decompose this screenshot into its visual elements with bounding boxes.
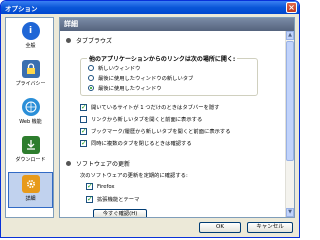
radio-button[interactable] <box>88 65 94 71</box>
tab-browsing-section: タブブラウズ <box>66 36 112 45</box>
update-description: 次のソフトウェアの更新を定期的に確認する: <box>80 171 188 179</box>
radio-new-window[interactable]: 新しいウィンドウ <box>88 64 140 72</box>
scroll-down-arrow-icon[interactable]: ▼ <box>286 208 294 217</box>
open-links-group: 他のアプリケーションからのリンクは次の場所に開く: 新しいウィンドウ 最後に使用… <box>80 54 258 96</box>
checkbox-hide-tabbar[interactable]: 開いているサイトが 1 つだけのときはタブバーを隠す <box>80 103 219 111</box>
title-bar: オプション × <box>1 1 299 14</box>
checkbox-label: 同時に複数のタブを閉じるときは確認する <box>91 141 192 147</box>
checkbox-update-extensions[interactable]: 拡張機能とテーマ <box>86 195 139 203</box>
download-icon <box>21 136 40 154</box>
checkbox-update-firefox[interactable]: Firefox <box>86 182 115 190</box>
scroll-up-arrow-icon[interactable]: ▲ <box>286 31 294 40</box>
radio-label: 新しいウィンドウ <box>98 66 141 72</box>
sidebar-item-privacy[interactable]: プライバシー <box>8 58 53 94</box>
radio-label: 最後に使用したウィンドウ <box>98 86 162 92</box>
settings-scroll-area: タブブラウズ 他のアプリケーションからのリンクは次の場所に開く: 新しいウィンド… <box>60 31 294 217</box>
section-title: タブブラウズ <box>76 38 113 45</box>
check-now-button[interactable]: 今すぐ確認(H) <box>93 209 147 217</box>
sidebar-item-web-features[interactable]: Web 機能 <box>8 96 53 132</box>
software-update-section: ソフトウェアの更新 <box>66 159 130 168</box>
cancel-button[interactable]: キャンセル <box>247 222 293 233</box>
vertical-scrollbar[interactable]: ▲ ▼ <box>285 31 294 217</box>
radio-button[interactable] <box>88 85 94 91</box>
checkbox-label: 拡張機能とテーマ <box>97 197 140 203</box>
section-bullet-icon <box>66 38 71 43</box>
info-icon: i <box>21 22 40 40</box>
checkbox[interactable] <box>80 139 87 147</box>
checkbox[interactable] <box>86 182 93 190</box>
sidebar-item-advanced[interactable]: 詳細 <box>8 172 53 208</box>
panel-title: 詳細 <box>60 18 294 31</box>
checkbox[interactable] <box>80 127 87 135</box>
category-sidebar: i 全般 プライバシー Web 機能 ダウンロード 詳細 <box>5 17 54 218</box>
radio-recent-window[interactable]: 最後に使用したウィンドウ <box>88 84 162 92</box>
checkbox[interactable] <box>80 115 87 123</box>
options-window: オプション × i 全般 プライバシー Web 機能 ダウンロード 詳細 詳細 … <box>0 0 300 238</box>
update-description-text: 次のソフトウェアの更新を定期的に確認する: <box>80 173 188 179</box>
scroll-thumb[interactable] <box>286 41 294 161</box>
radio-button[interactable] <box>88 75 94 81</box>
checkbox[interactable] <box>80 103 87 111</box>
ok-button[interactable]: OK <box>199 222 241 233</box>
section-title: ソフトウェアの更新 <box>76 161 131 168</box>
checkbox-focus-new-tab-bookmarks[interactable]: ブックマーク/履歴から新しいタブを開くと前面に表示する <box>80 127 231 135</box>
checkbox-label: ブックマーク/履歴から新しいタブを開くと前面に表示する <box>91 129 231 135</box>
privacy-icon <box>21 60 40 78</box>
section-bullet-icon <box>66 161 71 166</box>
checkbox-label: 開いているサイトが 1 つだけのときはタブバーを隠す <box>91 105 220 111</box>
checkbox-label: リンクから新しいタブを開くと前面に表示する <box>91 117 203 123</box>
sidebar-item-label: 詳細 <box>25 196 36 202</box>
gear-icon <box>21 175 40 193</box>
web-features-icon <box>21 98 40 116</box>
advanced-panel: 詳細 タブブラウズ 他のアプリケーションからのリンクは次の場所に開く: 新しいウ… <box>59 17 295 218</box>
checkbox[interactable] <box>86 195 93 203</box>
group-title: 他のアプリケーションからのリンクは次の場所に開く: <box>87 54 238 63</box>
close-button[interactable]: × <box>286 2 297 13</box>
sidebar-item-label: Web 機能 <box>19 119 42 125</box>
radio-label: 最後に使用したウィンドウの新しいタブ <box>98 76 194 82</box>
sidebar-item-label: ダウンロード <box>15 157 46 163</box>
checkbox-label: Firefox <box>97 183 115 190</box>
sidebar-item-general[interactable]: i 全般 <box>8 20 53 56</box>
checkbox-warn-close-tabs[interactable]: 同時に複数のタブを閉じるときは確認する <box>80 139 192 147</box>
sidebar-item-label: プライバシー <box>15 81 46 87</box>
checkbox-focus-new-tab-links[interactable]: リンクから新しいタブを開くと前面に表示する <box>80 115 202 123</box>
sidebar-item-downloads[interactable]: ダウンロード <box>8 134 53 170</box>
radio-new-tab[interactable]: 最後に使用したウィンドウの新しいタブ <box>88 74 193 82</box>
sidebar-item-label: 全般 <box>25 43 36 49</box>
window-title: オプション <box>5 4 38 13</box>
